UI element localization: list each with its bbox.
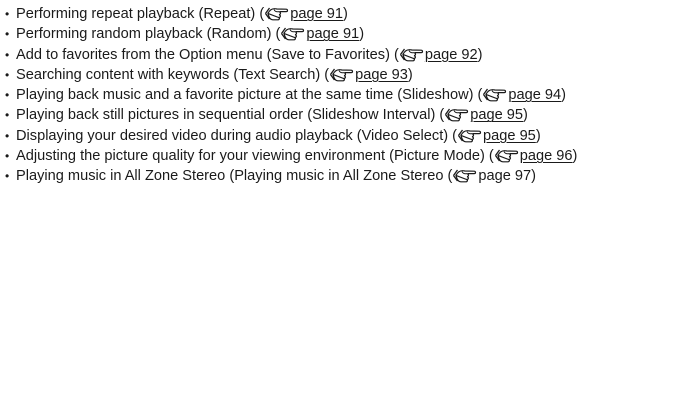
- list-item: • Displaying your desired video during au…: [4, 126, 672, 146]
- list-item: • Playing back still pictures in sequenti…: [4, 105, 672, 125]
- item-text: Searching content with keywords (Text Se…: [16, 66, 330, 83]
- item-suffix: ): [531, 168, 537, 185]
- item-suffix: ): [342, 6, 348, 22]
- hand-pointer-icon: [329, 67, 354, 82]
- item-text: Displaying your desired video during aud…: [16, 127, 458, 144]
- bullet: •: [5, 47, 10, 62]
- hand-pointer-icon: [457, 128, 482, 143]
- bullet: •: [5, 67, 10, 82]
- bullet: •: [5, 108, 10, 123]
- bullet: •: [5, 88, 10, 103]
- page-92-link[interactable]: page 92: [425, 47, 478, 63]
- feature-list: • Performing repeat playback (Repeat) ( pa…: [4, 4, 672, 187]
- item-text: Playing music in All Zone Stereo (Playin…: [16, 168, 453, 185]
- page-93-link[interactable]: page 93: [355, 67, 408, 83]
- item-suffix: ): [523, 107, 528, 124]
- list-item: • Adjusting the picture quality for your …: [4, 146, 672, 166]
- list-item: • Add to favorites from the Option menu (…: [4, 45, 672, 65]
- hand-pointer-icon: [494, 148, 519, 163]
- bullet: •: [5, 27, 10, 42]
- item-suffix: ): [561, 87, 567, 104]
- item-suffix: ): [359, 26, 365, 43]
- page-91-link[interactable]: page 91: [290, 6, 343, 22]
- item-text: Performing repeat playback (Repeat) (: [16, 6, 265, 22]
- item-suffix: ): [407, 66, 413, 83]
- bullet: •: [5, 128, 10, 143]
- hand-pointer-icon: [444, 107, 469, 122]
- page-91-link[interactable]: page 91: [306, 26, 359, 42]
- list-item: • Playing music in All Zone Stereo (Playi…: [4, 166, 672, 186]
- hand-pointer-icon: [482, 87, 507, 102]
- page-94-link[interactable]: page 94: [508, 87, 561, 103]
- hand-pointer-icon: [399, 47, 424, 62]
- list-item: • Playing back music and a favorite pictu…: [4, 85, 672, 105]
- item-suffix: ): [535, 127, 541, 144]
- hand-pointer-icon: [452, 168, 477, 183]
- bullet: •: [5, 149, 10, 164]
- page-96-link[interactable]: page 96: [520, 148, 573, 164]
- manual-page: • Performing repeat playback (Repeat) ( pa…: [0, 0, 678, 400]
- list-item: • Performing repeat playback (Repeat) ( pa…: [4, 4, 672, 24]
- item-text: Adjusting the picture quality for your v…: [16, 148, 494, 165]
- item-text: Playing back still pictures in sequentia…: [16, 107, 445, 124]
- item-text: Add to favorites from the Option menu (S…: [16, 46, 399, 63]
- list-item: • Searching content with keywords (Text S…: [4, 65, 672, 85]
- list-item: • Performing random playback (Random) ( pa…: [4, 24, 672, 44]
- bullet: •: [5, 7, 10, 21]
- item-suffix: ): [572, 148, 578, 165]
- item-text: Playing back music and a favorite pictur…: [16, 87, 483, 104]
- page-97-reference: page 97: [478, 168, 532, 185]
- item-suffix: ): [477, 46, 483, 63]
- page-95-link[interactable]: page 95: [483, 128, 536, 144]
- bullet: •: [5, 169, 10, 184]
- hand-pointer-icon: [280, 26, 305, 41]
- item-text: Performing random playback (Random) (: [16, 26, 281, 43]
- hand-pointer-icon: [264, 6, 289, 21]
- page-95-link[interactable]: page 95: [470, 107, 523, 123]
